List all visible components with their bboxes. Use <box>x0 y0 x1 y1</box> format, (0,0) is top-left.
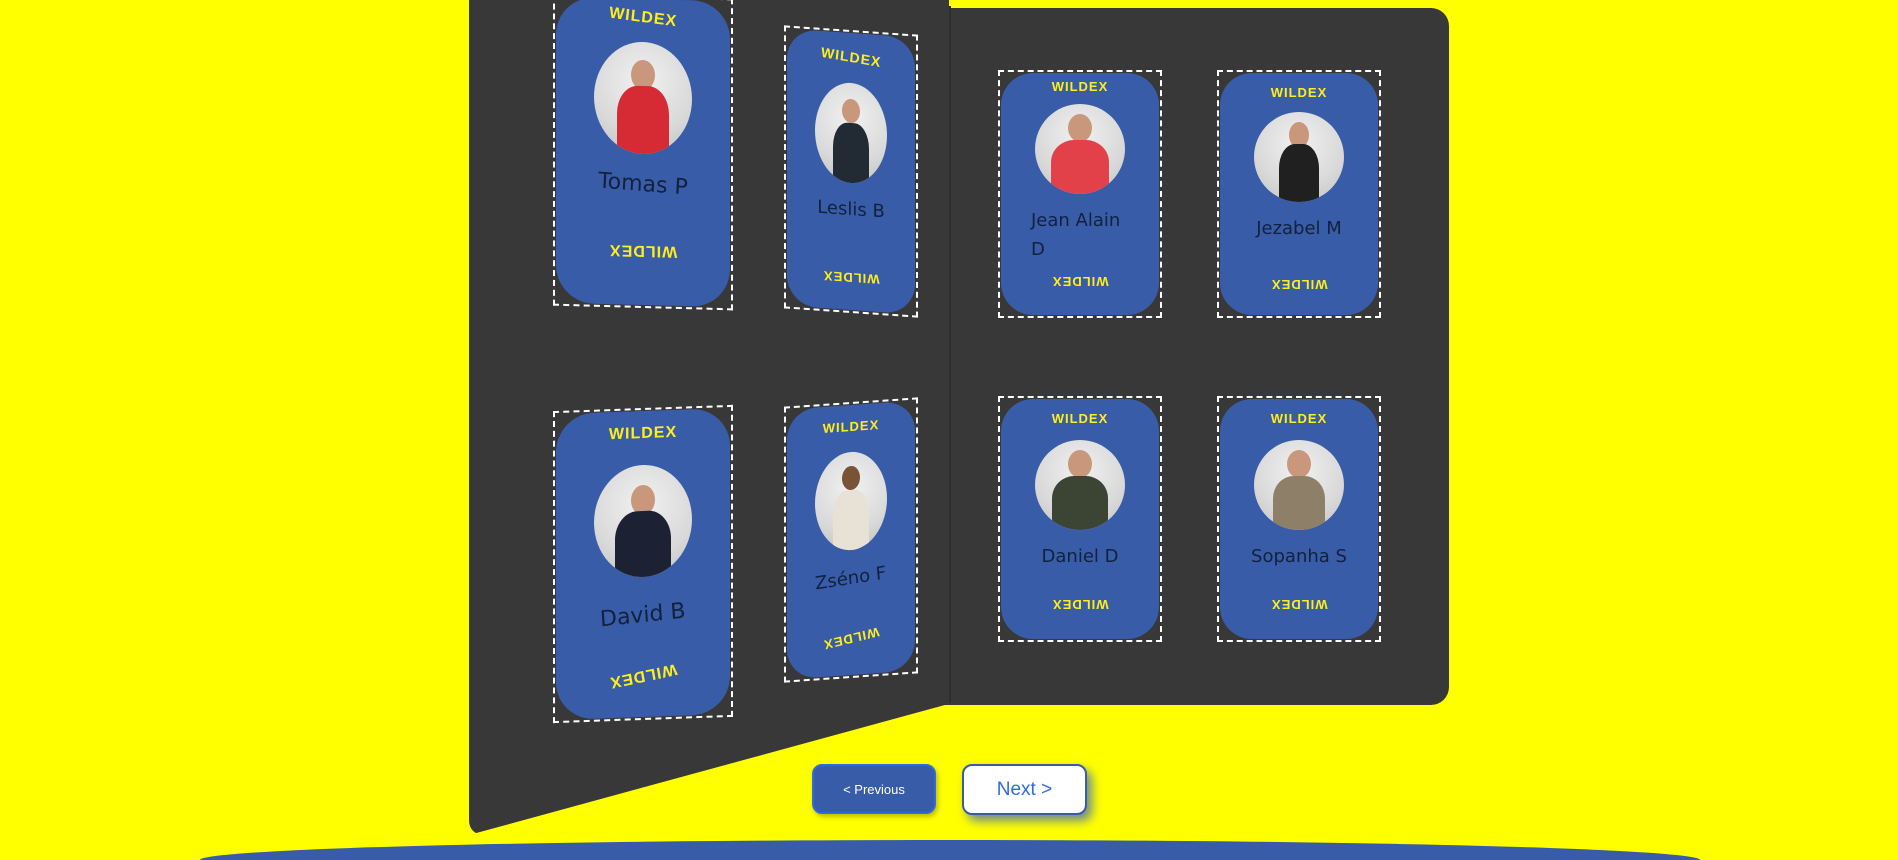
member-photo <box>594 40 692 156</box>
card-brand-bottom: WILDEX <box>1051 597 1109 612</box>
member-photo <box>594 463 692 579</box>
card-brand-top: WILDEX <box>820 43 882 71</box>
member-photo <box>1035 104 1125 194</box>
member-photo <box>815 449 887 553</box>
card-brand-top: WILDEX <box>1051 79 1109 94</box>
card-name: Jezabel M <box>1256 218 1342 239</box>
card-jean-alain-d[interactable]: WILDEX Jean Alain D WILDEX <box>998 70 1162 318</box>
member-shirt <box>617 85 669 156</box>
card-brand-top: WILDEX <box>608 4 678 31</box>
card-body: WILDEX Leslis B WILDEX <box>787 28 915 315</box>
card-brand-bottom: WILDEX <box>608 660 679 691</box>
card-body: WILDEX David B WILDEX <box>556 407 730 721</box>
card-brand-bottom: WILDEX <box>1270 277 1328 292</box>
card-body: WILDEX Zséno F WILDEX <box>787 400 915 680</box>
card-brand-bottom: WILDEX <box>822 268 880 287</box>
member-shirt <box>833 121 869 186</box>
card-brand-top: WILDEX <box>608 423 678 444</box>
card-name: Tomas P <box>597 168 689 201</box>
card-daniel-d[interactable]: WILDEX Daniel D WILDEX <box>998 396 1162 642</box>
card-name: Daniel D <box>1041 546 1119 567</box>
card-name: David B <box>599 598 687 633</box>
member-shirt <box>1051 140 1109 194</box>
card-brand-top: WILDEX <box>822 417 880 436</box>
card-name: Leslis B <box>817 196 885 223</box>
card-name: Zséno F <box>814 562 888 595</box>
card-brand-top: WILDEX <box>1051 411 1109 426</box>
member-shirt <box>833 488 869 553</box>
member-shirt <box>1279 144 1319 202</box>
card-body: WILDEX Tomas P WILDEX <box>556 0 730 308</box>
previous-button[interactable]: < Previous <box>812 764 936 814</box>
card-name-line2: D <box>1031 239 1045 260</box>
card-body: WILDEX Jezabel M WILDEX <box>1220 73 1378 315</box>
card-jezabel-m[interactable]: WILDEX Jezabel M WILDEX <box>1217 70 1381 318</box>
member-shirt <box>1273 476 1325 530</box>
card-david-b[interactable]: WILDEX David B WILDEX <box>553 404 733 724</box>
card-tomas-p[interactable]: WILDEX Tomas P WILDEX <box>553 0 733 311</box>
member-photo <box>815 80 887 186</box>
card-body: WILDEX Daniel D WILDEX <box>1001 399 1159 639</box>
card-name-line1: Jean Alain <box>1031 210 1121 231</box>
card-brand-bottom: WILDEX <box>1270 597 1328 612</box>
card-brand-top: WILDEX <box>1270 85 1328 100</box>
card-brand-bottom: WILDEX <box>1051 274 1109 289</box>
member-photo <box>1254 440 1344 530</box>
card-zseno-f[interactable]: WILDEX Zséno F WILDEX <box>784 397 918 683</box>
card-body: WILDEX Sopanha S WILDEX <box>1220 399 1378 639</box>
member-shirt <box>1052 476 1108 530</box>
card-brand-bottom: WILDEX <box>821 624 881 653</box>
card-brand-top: WILDEX <box>1270 411 1328 426</box>
card-brand-bottom: WILDEX <box>608 241 678 260</box>
next-button[interactable]: Next > <box>962 764 1087 815</box>
card-name: Sopanha S <box>1251 546 1347 567</box>
member-photo <box>1035 440 1125 530</box>
footer-bar <box>200 840 1700 860</box>
member-photo <box>1254 112 1344 202</box>
card-body: WILDEX Jean Alain D WILDEX <box>1001 73 1159 315</box>
card-leslis-b[interactable]: WILDEX Leslis B WILDEX <box>784 25 918 318</box>
card-sopanha-s[interactable]: WILDEX Sopanha S WILDEX <box>1217 396 1381 642</box>
member-shirt <box>615 510 671 579</box>
